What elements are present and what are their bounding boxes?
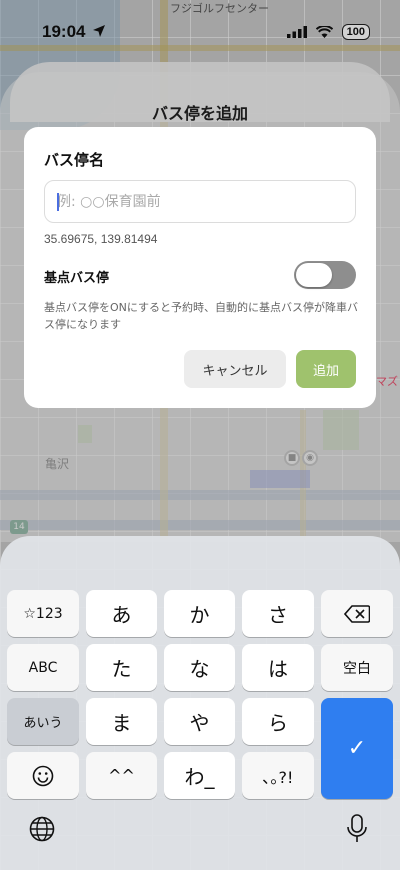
globe-icon[interactable] [29, 816, 55, 842]
key-ha[interactable]: は [242, 644, 314, 691]
key-wa[interactable]: わ_ [164, 752, 235, 799]
bus-stop-name-input[interactable] [44, 180, 356, 223]
key-sa[interactable]: さ [242, 590, 314, 637]
base-stop-toggle[interactable] [294, 261, 356, 289]
toggle-knob [296, 263, 332, 287]
emoji-icon [32, 765, 54, 786]
base-stop-label: 基点バス停 [44, 271, 110, 286]
key-punctuation[interactable]: ､｡?! [242, 752, 314, 799]
japanese-kana-keyboard: ☆123 あ か さ ABC た な は 空白 あいう ま や ら ✓ ^^ わ… [0, 536, 400, 870]
microphone-icon[interactable] [346, 814, 368, 844]
map-side-label: マズ [376, 375, 398, 388]
key-delete[interactable] [321, 590, 393, 637]
key-space[interactable]: 空白 [321, 644, 393, 691]
cancel-button[interactable]: キャンセル [184, 350, 286, 388]
key-na[interactable]: な [164, 644, 235, 691]
key-numbers-mode[interactable]: ☆123 [7, 590, 79, 637]
key-ra[interactable]: ら [242, 698, 314, 745]
key-kana-mode[interactable]: あいう [7, 698, 79, 745]
key-enter[interactable]: ✓ [321, 698, 393, 799]
add-button[interactable]: 追加 [296, 350, 356, 388]
key-emoticon[interactable]: ^^ [86, 752, 157, 799]
key-ta[interactable]: た [86, 644, 157, 691]
key-abc-mode[interactable]: ABC [7, 644, 79, 691]
key-ma[interactable]: ま [86, 698, 157, 745]
add-bus-stop-dialog: バス停名 35.69675, 139.81494 基点バス停 基点バス停をONに… [24, 127, 376, 408]
key-ya[interactable]: や [164, 698, 235, 745]
coordinates-text: 35.69675, 139.81494 [44, 232, 158, 246]
key-emoji[interactable] [7, 752, 79, 799]
base-stop-help-text: 基点バス停をONにすると予約時、自動的に基点バス停が降車バス停になります [44, 301, 358, 331]
text-caret [57, 193, 59, 211]
key-ka[interactable]: か [164, 590, 235, 637]
key-a[interactable]: あ [86, 590, 157, 637]
backspace-icon [344, 604, 370, 623]
dialog-title: バス停名 [44, 151, 105, 169]
